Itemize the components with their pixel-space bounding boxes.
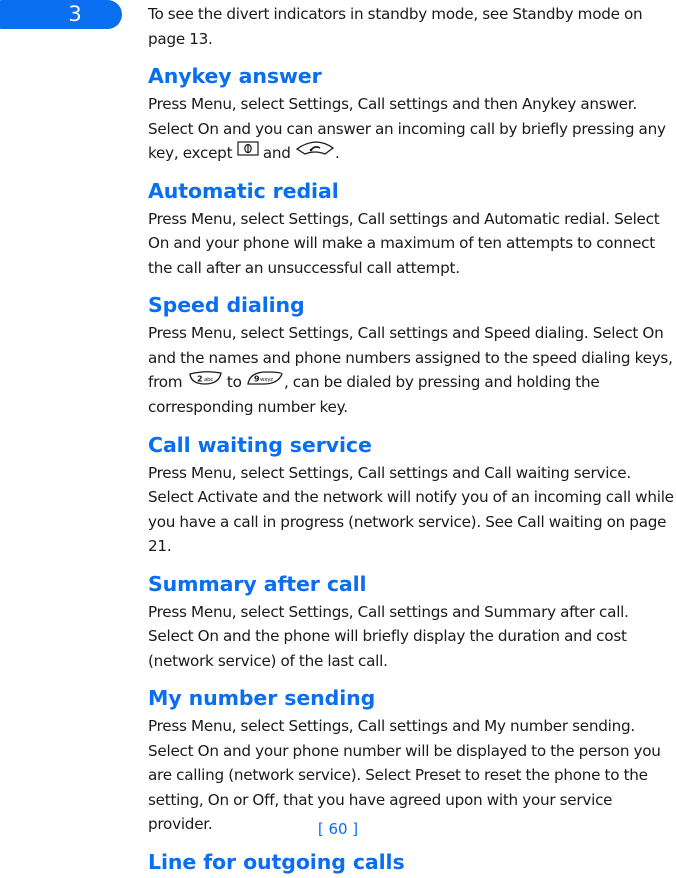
page-number: [ 60 ] [317, 820, 359, 838]
section-paragraph: Press Menu, select Settings, Call settin… [148, 717, 661, 833]
power-key-icon [236, 139, 259, 164]
svg-text:abc: abc [204, 377, 213, 383]
svg-text:wxyz: wxyz [260, 377, 273, 383]
paragraph-text: to [222, 373, 246, 392]
page-content: To see the divert indicators in standby … [148, 2, 676, 878]
section-heading: Line for outgoing calls [148, 849, 405, 874]
section-line-for-outgoing-calls: Line for outgoing calls [148, 849, 676, 875]
chapter-tab: 3 [0, 0, 122, 29]
section-call-waiting-service: Call waiting service Press Menu, select … [148, 432, 676, 559]
section-paragraph: Press Menu, select Settings, Call settin… [148, 602, 629, 670]
section-speed-dialing: Speed dialing Press Menu, select Setting… [148, 292, 676, 419]
svg-text:2: 2 [197, 374, 202, 383]
paragraph-text: Press Menu, select Settings, Call settin… [148, 95, 666, 162]
paragraph-text: and [258, 144, 295, 162]
section-anykey-answer: Anykey answer Press Menu, select Setting… [148, 63, 676, 166]
section-paragraph: Press Menu, select Settings, Call settin… [148, 92, 676, 166]
end-call-key-icon [295, 139, 335, 164]
section-automatic-redial: Automatic redial Press Menu, select Sett… [148, 178, 676, 281]
key-9-wxyz-icon: 9 wxyz [246, 369, 284, 394]
section-heading: Call waiting service [148, 432, 372, 457]
section-heading: Automatic redial [148, 178, 339, 203]
section-heading: Summary after call [148, 571, 367, 596]
section-paragraph: Press Menu, select Settings, Call settin… [148, 321, 676, 419]
section-heading: My number sending [148, 686, 376, 710]
section-paragraph: Press Menu, select Settings, Call settin… [148, 463, 674, 556]
section-heading: Speed dialing [148, 293, 305, 318]
section-heading: Anykey answer [148, 64, 322, 88]
section-summary-after-call: Summary after call Press Menu, select Se… [148, 571, 676, 674]
section-my-number-sending: My number sending Press Menu, select Set… [148, 685, 676, 837]
intro-paragraph: To see the divert indicators in standby … [148, 5, 643, 48]
paragraph-text: . [334, 144, 340, 162]
chapter-number: 3 [68, 2, 82, 26]
key-2-abc-icon: 2 abc [187, 369, 223, 394]
section-paragraph: Press Menu, select Settings, Call settin… [148, 209, 660, 277]
